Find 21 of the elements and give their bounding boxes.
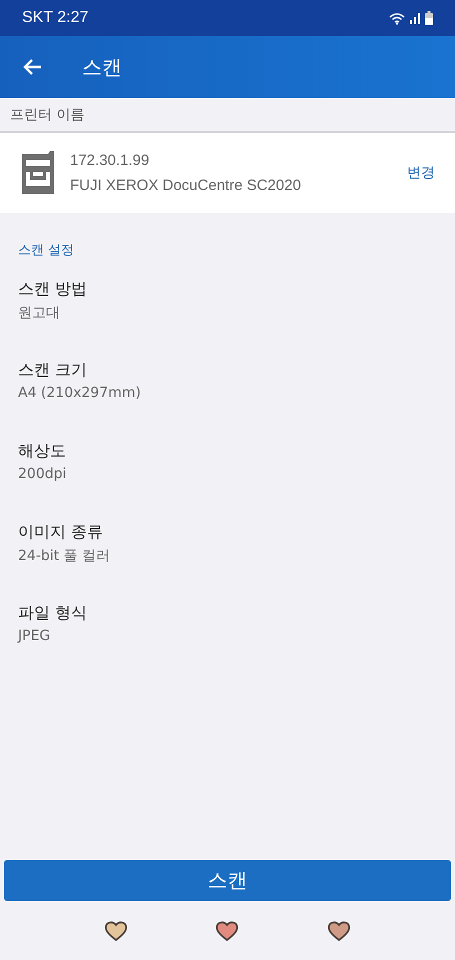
setting-item[interactable]: 해상도 200dpi	[18, 441, 437, 522]
printer-model: FUJI XEROX DocuCentre SC2020	[70, 177, 302, 194]
printer-icon	[20, 150, 56, 196]
wifi-icon	[389, 12, 405, 24]
heart-icon[interactable]	[104, 920, 128, 942]
change-button[interactable]: 변경	[407, 164, 435, 182]
signal-icon	[409, 12, 421, 24]
section-header: 프린터 이름	[10, 106, 84, 124]
scan-button[interactable]: 스캔	[4, 860, 451, 901]
setting-item[interactable]: 스캔 방법 원고대	[18, 279, 437, 360]
setting-item[interactable]: 스캔 크기 A4 (210x297mm)	[18, 360, 437, 441]
screen-title: 스캔	[82, 54, 122, 80]
status-time: SKT 2:27	[22, 9, 88, 27]
battery-icon	[425, 11, 433, 25]
setting-item[interactable]: 파일 형식 JPEG	[18, 603, 437, 684]
setting-item[interactable]: 이미지 종류 24-bit 풀 컬러	[18, 522, 437, 603]
heart-icon[interactable]	[215, 920, 240, 942]
section-header: 스캔 설정	[18, 242, 76, 259]
back-arrow-icon[interactable]	[22, 58, 42, 76]
heart-icon[interactable]	[327, 920, 352, 942]
printer-address: 172.30.1.99	[70, 152, 150, 169]
